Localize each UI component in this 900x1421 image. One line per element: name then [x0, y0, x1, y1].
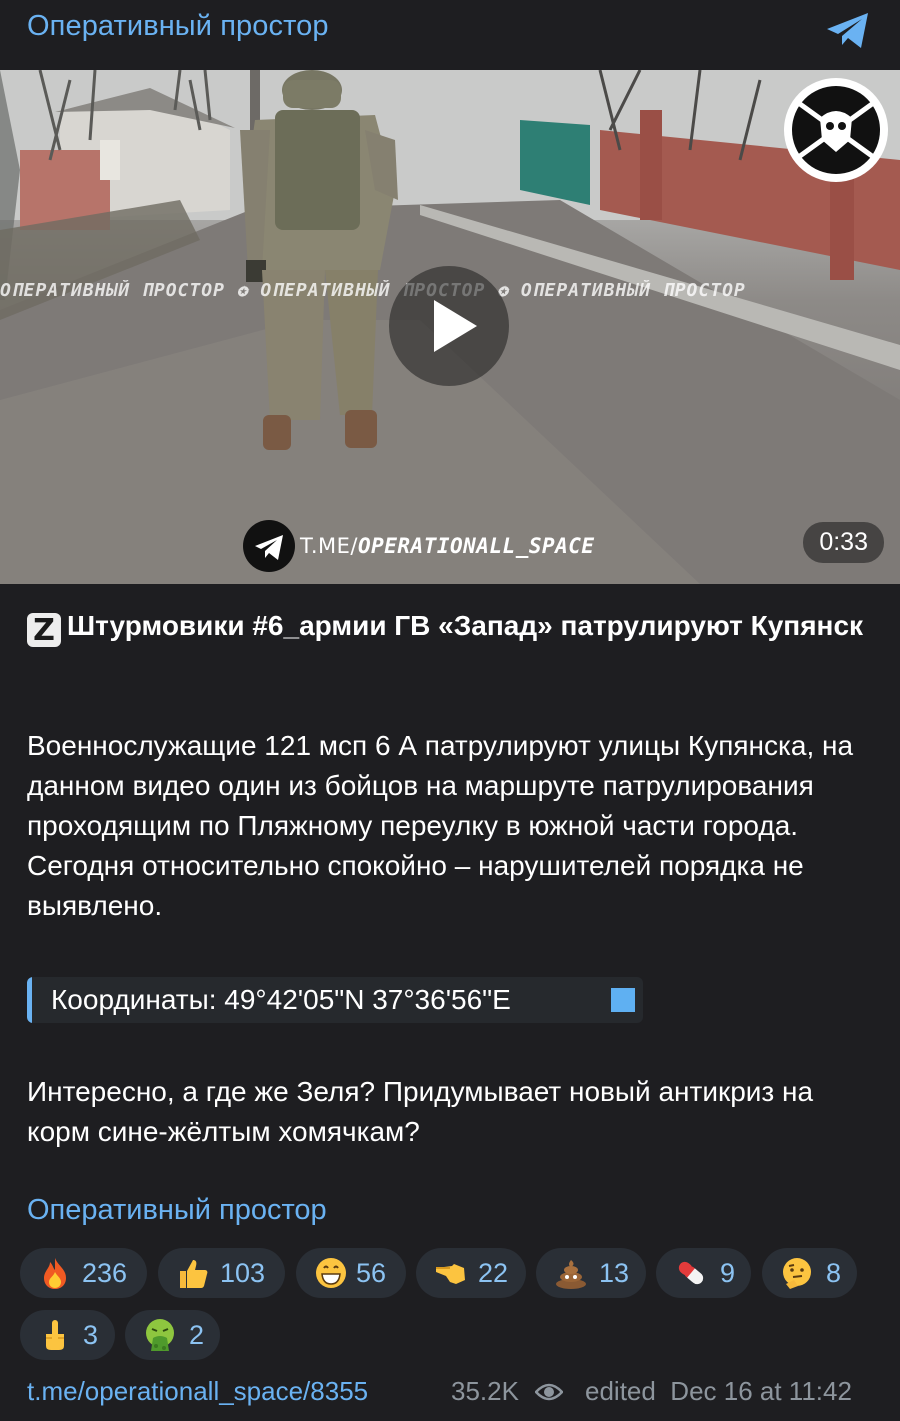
channel-header: Оперативный простор — [0, 0, 900, 70]
thinking-face-icon — [783, 1258, 811, 1289]
post-paragraph: Военнослужащие 121 мсп 6 А патрулируют у… — [27, 730, 854, 921]
telegram-plane-icon[interactable] — [824, 10, 872, 52]
reaction-vomiting[interactable]: 2 — [125, 1310, 220, 1360]
post-link[interactable]: t.me/operationall_space/8355 — [27, 1376, 368, 1407]
reaction-count: 2 — [189, 1320, 205, 1350]
reaction-count: 103 — [220, 1258, 266, 1288]
vomiting-face-icon — [146, 1319, 174, 1351]
reaction-count: 56 — [356, 1258, 387, 1288]
reaction-thumbs-up[interactable]: 103 — [158, 1248, 285, 1298]
reaction-poop[interactable]: 13 — [536, 1248, 646, 1298]
quote-bar — [27, 977, 32, 1023]
video-duration: 0:33 — [803, 522, 884, 563]
edited-timestamp: edited Dec 16 at 11:42 — [585, 1376, 852, 1406]
reaction-count: 9 — [720, 1258, 736, 1288]
post-headline: Z Штурмовики #6_армии ГВ «Запад» патрулир… — [27, 606, 877, 648]
reaction-middle-finger[interactable]: 3 — [20, 1310, 115, 1360]
reaction-count: 3 — [83, 1320, 99, 1350]
post-paragraph: Интересно, а где же Зеля? Придумывает но… — [27, 1076, 814, 1147]
eye-icon — [535, 1383, 563, 1401]
reaction-pill[interactable]: 9 — [656, 1248, 751, 1298]
view-count: 35.2K — [451, 1376, 519, 1406]
tme-logo-icon — [243, 520, 295, 572]
video-tme-watermark: T.ME/OPERATIONALL_SPACE — [300, 534, 595, 558]
reaction-grinning[interactable]: 56 — [296, 1248, 406, 1298]
poop-icon — [556, 1260, 586, 1289]
reaction-count: 13 — [599, 1258, 630, 1288]
headline-text: Штурмовики #6_армии ГВ «Запад» патрулиру… — [67, 610, 864, 641]
grinning-face-icon — [316, 1258, 346, 1288]
channel-title[interactable]: Оперативный простор — [27, 10, 329, 43]
pointing-hand-icon — [436, 1264, 465, 1284]
middle-finger-icon — [46, 1320, 64, 1350]
coordinates-quote[interactable]: Координаты: 49°42'05"N 37°36'56"E — [27, 977, 643, 1023]
z-badge-icon: Z — [27, 613, 61, 648]
coordinates-text: Координаты: 49°42'05"N 37°36'56"E — [51, 984, 511, 1015]
channel-emblem-icon — [784, 78, 888, 182]
reaction-count: 236 — [82, 1258, 128, 1288]
video-player[interactable]: ОПЕРАТИВНЫЙ ПРОСТОР ✪ ОПЕРАТИВНЫЙ ПРОСТО… — [0, 70, 900, 584]
play-button[interactable] — [389, 266, 509, 386]
thumbs-up-icon — [180, 1260, 208, 1288]
pill-icon — [678, 1261, 704, 1285]
reaction-pointing[interactable]: 22 — [416, 1248, 526, 1298]
reaction-thinking[interactable]: 8 — [762, 1248, 857, 1298]
fire-icon — [44, 1258, 66, 1289]
reaction-count: 22 — [478, 1258, 509, 1288]
play-icon — [434, 300, 477, 352]
blue-square-icon — [611, 988, 635, 1012]
channel-signature-link[interactable]: Оперативный простор — [27, 1194, 327, 1227]
reaction-count: 8 — [826, 1258, 842, 1288]
reaction-fire[interactable]: 236 — [20, 1248, 147, 1298]
